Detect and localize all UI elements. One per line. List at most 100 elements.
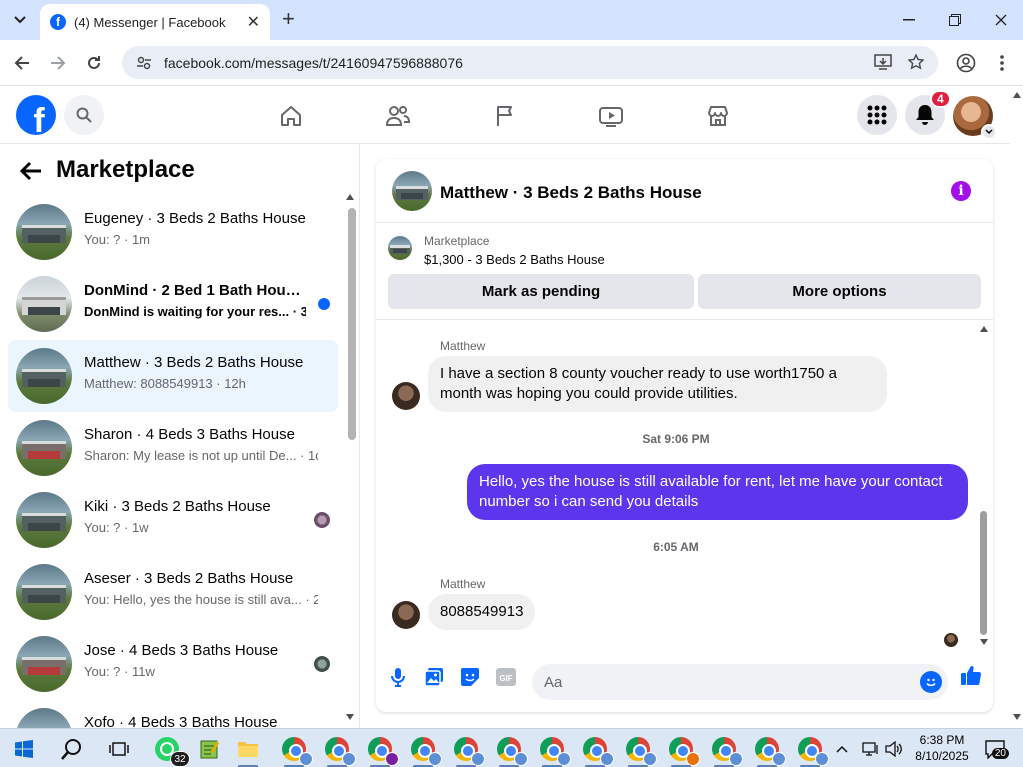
message-timestamp: Sat 9:06 PM	[642, 432, 710, 446]
outgoing-message[interactable]: Hello, yes the house is still available …	[467, 464, 968, 520]
conversation-name: Eugeney · 3 Beds 2 Baths House	[84, 210, 306, 227]
close-window-button[interactable]	[986, 8, 1016, 32]
notepad-taskbar-button[interactable]	[194, 734, 224, 764]
page-scrollbar[interactable]	[1010, 86, 1023, 728]
nav-watch[interactable]	[597, 102, 625, 130]
chrome-profile-button[interactable]	[953, 50, 979, 76]
chrome-taskbar-button[interactable]	[752, 734, 786, 767]
close-icon	[995, 14, 1007, 26]
file-explorer-taskbar-button[interactable]	[233, 734, 263, 767]
back-button[interactable]	[9, 50, 35, 76]
listing-price-title[interactable]: $1,300 - 3 Beds 2 Baths House	[424, 252, 605, 267]
search-button[interactable]	[64, 95, 104, 135]
conversation-item[interactable]: Aseser · 3 Beds 2 Baths House You: Hello…	[8, 556, 338, 628]
back-button[interactable]	[19, 161, 42, 186]
account-chevron[interactable]	[981, 124, 997, 140]
new-tab-button[interactable]: +	[282, 8, 295, 30]
nav-friends[interactable]	[384, 102, 412, 130]
chrome-taskbar-button[interactable]	[279, 734, 313, 767]
nav-home[interactable]	[277, 102, 305, 130]
nav-pages[interactable]	[491, 102, 519, 130]
incoming-message[interactable]: I have a section 8 county voucher ready …	[428, 356, 887, 412]
marketplace-label: Marketplace	[424, 234, 490, 248]
voice-clip-button[interactable]	[386, 665, 410, 689]
info-icon[interactable]: i	[951, 181, 971, 201]
scrollbar-thumb[interactable]	[348, 208, 356, 440]
minimize-icon	[903, 19, 915, 21]
chrome-taskbar-button[interactable]	[709, 734, 743, 767]
emoji-button[interactable]	[920, 671, 942, 693]
message-input[interactable]	[532, 664, 948, 700]
scroll-down-arrow-icon[interactable]	[1013, 714, 1021, 720]
task-view-button[interactable]	[104, 734, 134, 764]
mark-as-pending-button[interactable]: Mark as pending	[388, 274, 694, 309]
system-clock[interactable]: 6:38 PM 8/10/2025	[912, 732, 972, 764]
chrome-taskbar-button[interactable]	[494, 734, 528, 767]
chat-title[interactable]: Matthew · 3 Beds 2 Baths House	[440, 183, 702, 203]
conversation-item-active[interactable]: Matthew · 3 Beds 2 Baths House Matthew: …	[8, 340, 338, 412]
conversation-item[interactable]: Sharon · 4 Beds 3 Baths House Sharon: My…	[8, 412, 338, 484]
restore-button[interactable]	[940, 8, 970, 32]
start-button[interactable]	[9, 734, 39, 764]
forward-button[interactable]	[45, 50, 71, 76]
profile-badge	[514, 752, 528, 766]
incoming-message[interactable]: 8088549913	[428, 594, 536, 630]
chat-listing-avatar[interactable]	[392, 171, 432, 211]
whatsapp-taskbar-button[interactable]: 32	[152, 734, 190, 767]
profile-avatar[interactable]	[953, 96, 997, 140]
browser-tab[interactable]: f (4) Messenger | Facebook ✕	[40, 4, 270, 40]
attach-photo-button[interactable]	[422, 665, 446, 689]
conversation-item[interactable]: Jose · 4 Beds 3 Baths House You: ? · 11w	[8, 628, 338, 700]
action-center-button[interactable]: 20	[983, 738, 1009, 760]
close-tab-icon[interactable]: ✕	[247, 12, 260, 32]
scrollbar-thumb[interactable]	[980, 511, 987, 635]
volume-button[interactable]	[882, 734, 906, 764]
sticker-button[interactable]	[458, 665, 482, 689]
chrome-taskbar-button[interactable]	[795, 734, 829, 767]
sender-avatar[interactable]	[392, 382, 420, 410]
folder-icon	[238, 742, 258, 757]
gif-button[interactable]: GIF	[494, 665, 518, 689]
gif-icon: GIF	[496, 668, 516, 686]
show-hidden-icons-button[interactable]	[832, 734, 852, 764]
bookmark-star-icon[interactable]	[908, 54, 924, 70]
microphone-icon	[391, 668, 405, 687]
install-app-icon[interactable]	[874, 54, 892, 70]
conversation-item[interactable]: Kiki · 3 Beds 2 Baths House You: ? · 1w	[8, 484, 338, 556]
chrome-taskbar-button[interactable]	[408, 734, 442, 767]
browser-tab-bar: f (4) Messenger | Facebook ✕ +	[0, 0, 1023, 40]
chrome-taskbar-button[interactable]	[451, 734, 485, 767]
conversation-preview: Matthew: 8088549913 · 12h	[84, 376, 246, 391]
chrome-taskbar-button[interactable]	[623, 734, 657, 767]
minimize-button[interactable]	[894, 8, 924, 32]
profile-badge	[428, 752, 442, 766]
profile-badge	[557, 752, 571, 766]
reload-button[interactable]	[81, 50, 107, 76]
chrome-taskbar-button[interactable]	[365, 734, 399, 767]
clock-time: 6:38 PM	[919, 733, 965, 747]
conversation-item[interactable]: DonMind · 2 Bed 1 Bath House... DonMind …	[8, 268, 338, 340]
send-like-button[interactable]	[959, 663, 983, 687]
chrome-taskbar-button[interactable]	[580, 734, 614, 767]
facebook-logo[interactable]: f	[16, 95, 56, 135]
network-button[interactable]	[858, 734, 882, 764]
conversation-item[interactable]: Eugeney · 3 Beds 2 Baths House You: ? · …	[8, 196, 338, 268]
chrome-taskbar-button[interactable]	[322, 734, 356, 767]
scroll-down-arrow-icon[interactable]	[346, 714, 354, 720]
chrome-taskbar-button[interactable]	[666, 734, 700, 767]
scroll-up-arrow-icon[interactable]	[346, 194, 354, 200]
scroll-down-arrow-icon[interactable]	[980, 639, 988, 645]
more-options-button[interactable]: More options	[698, 274, 981, 309]
search-taskbar-button[interactable]	[57, 734, 87, 764]
url-bar[interactable]: facebook.com/messages/t/2416094759688807…	[122, 46, 938, 79]
sender-avatar[interactable]	[392, 601, 420, 629]
scroll-up-arrow-icon[interactable]	[980, 326, 988, 332]
nav-marketplace[interactable]	[704, 102, 732, 130]
pane-title: Marketplace	[56, 156, 195, 183]
tab-search-button[interactable]	[8, 8, 32, 32]
browser-menu-button[interactable]	[989, 50, 1015, 76]
scroll-up-arrow-icon[interactable]	[1013, 92, 1021, 98]
menu-button[interactable]	[857, 95, 897, 135]
site-settings-icon[interactable]	[136, 55, 152, 71]
chrome-taskbar-button[interactable]	[537, 734, 571, 767]
